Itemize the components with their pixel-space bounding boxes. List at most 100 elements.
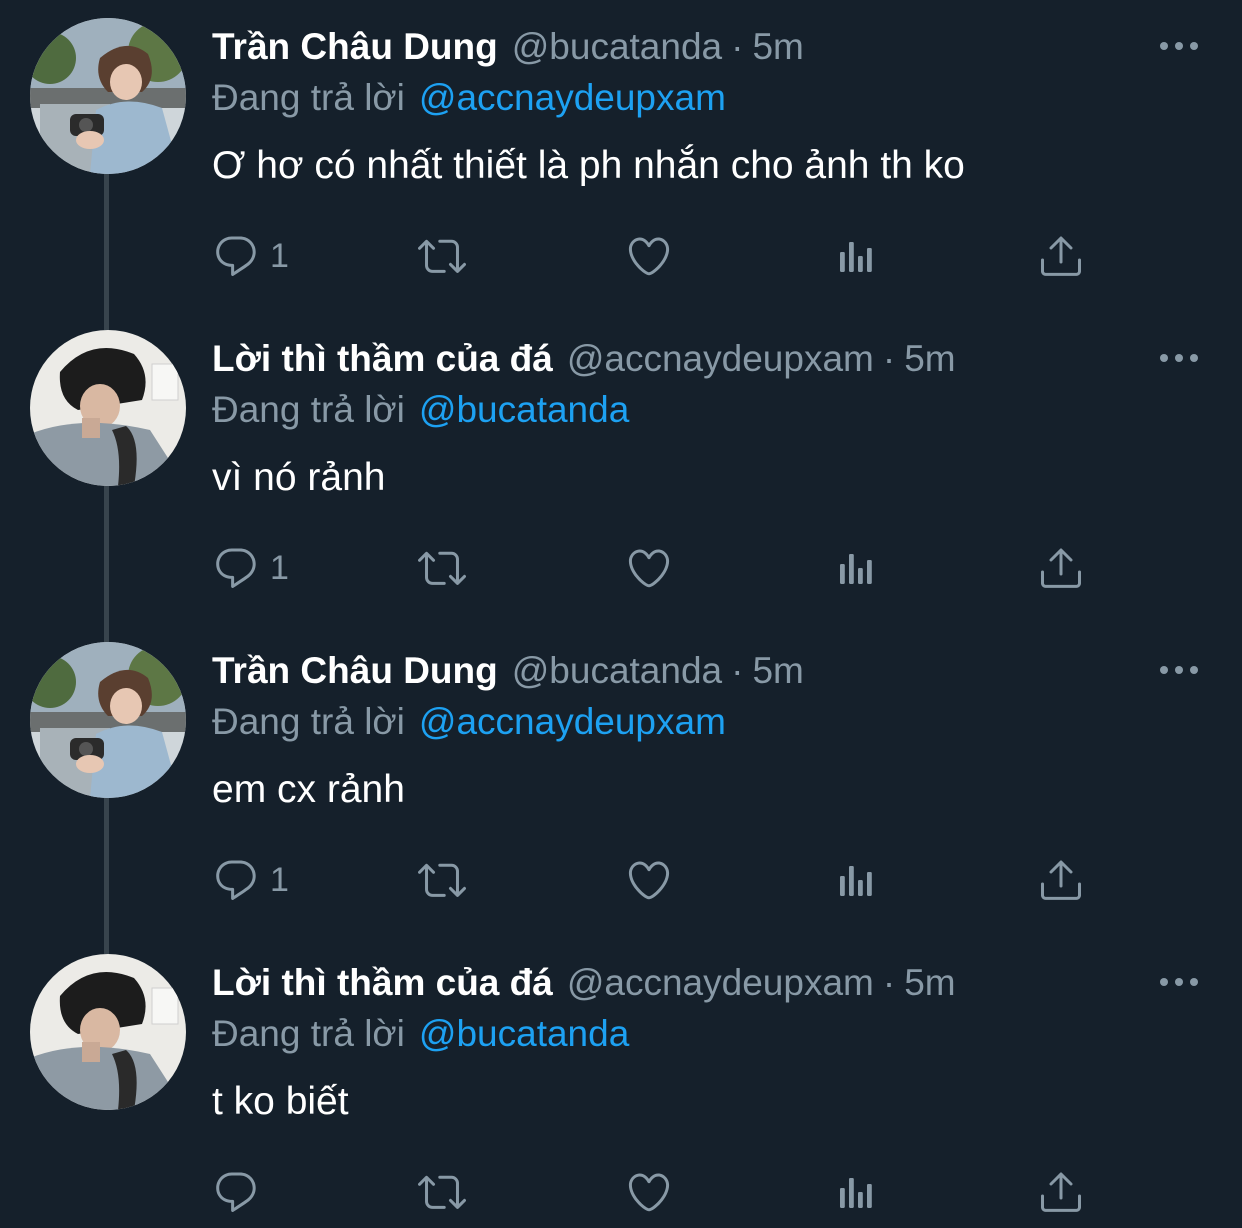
retweet-icon	[418, 856, 466, 904]
analytics-button[interactable]	[832, 226, 880, 286]
heart-icon	[625, 1168, 673, 1216]
action-bar: 1	[0, 226, 1242, 286]
user-handle[interactable]: @bucatanda	[512, 22, 722, 72]
replying-to-mention[interactable]: @bucatanda	[419, 1013, 629, 1054]
like-button[interactable]	[625, 226, 673, 286]
share-button[interactable]	[1037, 1162, 1085, 1222]
reply-count: 1	[270, 548, 289, 587]
tweet-text: t ko biết	[212, 1080, 349, 1123]
more-icon[interactable]	[1160, 660, 1198, 680]
timestamp[interactable]: 5m	[752, 22, 803, 72]
replying-to-label: Đang trả lời	[212, 389, 405, 430]
action-bar	[0, 1162, 1242, 1222]
tweet-header: Lời thì thầm của đá @accnaydeupxam · 5m	[212, 334, 956, 384]
share-icon	[1037, 544, 1085, 592]
replying-to: Đang trả lời @accnaydeupxam	[212, 698, 726, 746]
user-handle[interactable]: @accnaydeupxam	[567, 334, 874, 384]
analytics-icon	[832, 232, 880, 280]
display-name[interactable]: Lời thì thầm của đá	[212, 958, 553, 1008]
replying-to: Đang trả lời @bucatanda	[212, 1010, 629, 1058]
share-button[interactable]	[1037, 226, 1085, 286]
share-icon	[1037, 232, 1085, 280]
retweet-button[interactable]	[418, 538, 466, 598]
analytics-button[interactable]	[832, 1162, 880, 1222]
timestamp[interactable]: 5m	[904, 958, 955, 1008]
like-button[interactable]	[625, 538, 673, 598]
reply-icon	[212, 232, 260, 280]
tweet-header: Trần Châu Dung @bucatanda · 5m	[212, 22, 804, 72]
reply-button[interactable]: 1	[212, 538, 289, 598]
tweet[interactable]: Lời thì thầm của đá @accnaydeupxam · 5m …	[0, 936, 1242, 1228]
heart-icon	[625, 856, 673, 904]
separator-dot: ·	[882, 962, 896, 1003]
tweet-text: Ơ hơ có nhất thiết là ph nhắn cho ảnh th…	[212, 144, 965, 187]
retweet-button[interactable]	[418, 1162, 466, 1222]
share-icon	[1037, 1168, 1085, 1216]
replying-to-label: Đang trả lời	[212, 1013, 405, 1054]
action-bar: 1	[0, 538, 1242, 598]
analytics-icon	[832, 856, 880, 904]
replying-to: Đang trả lời @accnaydeupxam	[212, 74, 726, 122]
tweet-text: em cx rảnh	[212, 768, 405, 811]
avatar-image	[30, 954, 186, 1110]
share-icon	[1037, 856, 1085, 904]
avatar-image	[30, 642, 186, 798]
heart-icon	[625, 232, 673, 280]
avatar[interactable]	[30, 954, 186, 1110]
avatar[interactable]	[30, 18, 186, 174]
avatar-image	[30, 330, 186, 486]
reply-count: 1	[270, 860, 289, 899]
replying-to-label: Đang trả lời	[212, 701, 405, 742]
tweet[interactable]: Lời thì thầm của đá @accnaydeupxam · 5m …	[0, 312, 1242, 624]
separator-dot: ·	[882, 338, 896, 379]
thread-connector-line	[104, 624, 109, 642]
avatar[interactable]	[30, 330, 186, 486]
tweet[interactable]: Trần Châu Dung @bucatanda · 5m Đang trả …	[0, 624, 1242, 936]
reply-icon	[212, 1168, 260, 1216]
more-icon[interactable]	[1160, 36, 1198, 56]
like-button[interactable]	[625, 850, 673, 910]
thread-connector-line	[104, 312, 109, 330]
tweet[interactable]: Trần Châu Dung @bucatanda · 5m Đang trả …	[0, 0, 1242, 312]
replying-to-mention[interactable]: @accnaydeupxam	[419, 701, 726, 742]
reply-button[interactable]: 1	[212, 850, 289, 910]
replying-to-mention[interactable]: @accnaydeupxam	[419, 77, 726, 118]
reply-icon	[212, 544, 260, 592]
reply-count: 1	[270, 236, 289, 275]
analytics-icon	[832, 544, 880, 592]
share-button[interactable]	[1037, 538, 1085, 598]
conversation-thread: Trần Châu Dung @bucatanda · 5m Đang trả …	[0, 0, 1242, 1228]
like-button[interactable]	[625, 1162, 673, 1222]
analytics-button[interactable]	[832, 538, 880, 598]
separator-dot: ·	[731, 26, 744, 67]
reply-icon	[212, 856, 260, 904]
retweet-icon	[418, 544, 466, 592]
thread-connector-line	[104, 936, 109, 954]
retweet-icon	[418, 232, 466, 280]
heart-icon	[625, 544, 673, 592]
more-icon[interactable]	[1160, 972, 1198, 992]
share-button[interactable]	[1037, 850, 1085, 910]
tweet-header: Trần Châu Dung @bucatanda · 5m	[212, 646, 804, 696]
tweet-header: Lời thì thầm của đá @accnaydeupxam · 5m	[212, 958, 956, 1008]
replying-to: Đang trả lời @bucatanda	[212, 386, 629, 434]
replying-to-mention[interactable]: @bucatanda	[419, 389, 629, 430]
analytics-icon	[832, 1168, 880, 1216]
timestamp[interactable]: 5m	[904, 334, 955, 384]
separator-dot: ·	[731, 650, 744, 691]
display-name[interactable]: Trần Châu Dung	[212, 22, 498, 72]
reply-button[interactable]	[212, 1162, 270, 1222]
reply-button[interactable]: 1	[212, 226, 289, 286]
replying-to-label: Đang trả lời	[212, 77, 405, 118]
user-handle[interactable]: @bucatanda	[512, 646, 722, 696]
display-name[interactable]: Trần Châu Dung	[212, 646, 498, 696]
user-handle[interactable]: @accnaydeupxam	[567, 958, 874, 1008]
retweet-button[interactable]	[418, 226, 466, 286]
more-icon[interactable]	[1160, 348, 1198, 368]
timestamp[interactable]: 5m	[752, 646, 803, 696]
tweet-text: vì nó rảnh	[212, 456, 386, 499]
analytics-button[interactable]	[832, 850, 880, 910]
display-name[interactable]: Lời thì thầm của đá	[212, 334, 553, 384]
retweet-button[interactable]	[418, 850, 466, 910]
avatar[interactable]	[30, 642, 186, 798]
